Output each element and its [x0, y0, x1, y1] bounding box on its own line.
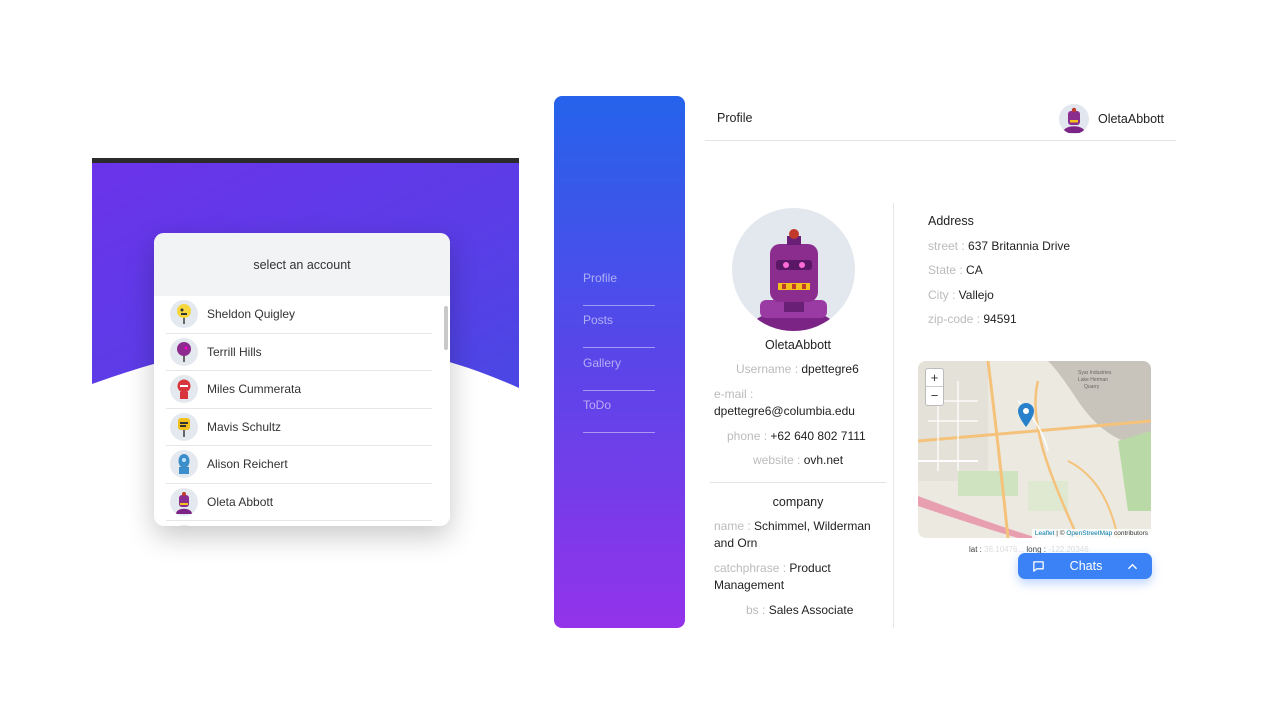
account-name: Miles Cummerata [207, 382, 302, 397]
address-title: Address [928, 214, 974, 228]
username-value: dpettegre6 [801, 362, 859, 376]
sidebar-item-posts[interactable]: Posts [583, 306, 655, 348]
avatar [170, 412, 198, 441]
scrollbar-thumb[interactable] [444, 306, 448, 350]
bs-label: bs : [746, 603, 769, 617]
company-title: company [772, 495, 824, 509]
page-title: Profile [717, 111, 753, 125]
avatar [170, 375, 198, 404]
account-name: Sheldon Quigley [207, 307, 296, 322]
zoom-out-button[interactable]: − [926, 387, 943, 405]
avatar [170, 337, 198, 366]
profile-website-row: website : ovh.net [753, 452, 843, 469]
chat-bubble-icon [1033, 560, 1044, 572]
leaflet-link[interactable]: Leaflet [1035, 530, 1055, 537]
catchphrase-row: catchphrase : Product Management [714, 560, 882, 594]
profile-email-row: e-mail : dpettegre6@columbia.edu [714, 386, 855, 420]
state-row: State : CA [928, 263, 983, 277]
sidebar-item-profile[interactable]: Profile [583, 264, 655, 306]
attribution-tail: contributors [1112, 530, 1148, 537]
account-item-miles-cummerata[interactable]: Miles Cummerata [166, 371, 432, 409]
account-list[interactable]: Sheldon Quigley Terrill Hills Miles Cumm… [154, 296, 450, 526]
map-tiles: Syar Industries Lake Herman Quarry [918, 361, 1151, 538]
header-username: OletaAbbott [1097, 112, 1164, 126]
avatar [1058, 104, 1089, 134]
account-name: Mavis Schultz [207, 419, 282, 434]
osm-link[interactable]: OpenStreetMap [1066, 530, 1112, 537]
chats-label: Chats [1069, 559, 1103, 573]
phone-value: +62 640 802 7111 [770, 429, 866, 443]
map-marker-icon[interactable] [1018, 403, 1034, 427]
state-value: CA [966, 263, 983, 277]
company-name-row: name : Schimmel, Wilderman and Orn [714, 518, 882, 552]
account-item-oleta-abbott[interactable]: Oleta Abbott [166, 484, 432, 521]
street-label: street : [928, 239, 969, 253]
username-label: Username : [736, 362, 802, 376]
account-item-sheldon-quigley[interactable]: Sheldon Quigley [166, 296, 432, 334]
account-name: Oleta Abbott [207, 494, 274, 509]
avatar [170, 525, 198, 526]
lat-value: 38.10476... [984, 545, 1025, 554]
email-value: dpettegre6@columbia.edu [714, 404, 855, 418]
account-name: Terrill Hills [207, 344, 262, 359]
profile-display-name: OletaAbbott [764, 338, 831, 352]
profile-phone-row: phone : +62 640 802 7111 [727, 428, 866, 445]
header-user-menu[interactable]: OletaAbbott [1058, 104, 1164, 134]
bs-value: Sales Associate [768, 603, 854, 617]
city-value: Vallejo [958, 288, 994, 302]
bs-row: bs : Sales Associate [746, 602, 853, 619]
account-item-partial[interactable] [166, 521, 432, 526]
map-zoom-control: + − [925, 368, 944, 406]
phone-label: phone : [727, 429, 771, 443]
city-label: City : [928, 288, 959, 302]
avatar [170, 487, 198, 516]
map-attribution: Leaflet | © OpenStreetMap contributors [1031, 529, 1151, 538]
column-divider [893, 203, 894, 628]
street-row: street : 637 Britannia Drive [928, 239, 1070, 253]
account-item-terrill-hills[interactable]: Terrill Hills [166, 334, 432, 371]
avatar [170, 300, 198, 329]
profile-avatar [732, 208, 855, 331]
map-label-quarry-3: Quarry [1084, 384, 1100, 390]
state-label: State : [928, 263, 967, 277]
city-row: City : Vallejo [928, 288, 994, 302]
account-name: Alison Reichert [207, 457, 288, 472]
account-item-alison-reichert[interactable]: Alison Reichert [166, 446, 432, 484]
catchphrase-label: catchphrase : [714, 561, 790, 575]
company-name-label: name : [714, 519, 755, 533]
account-select-card: select an account Sheldon Quigley Terril… [154, 233, 450, 526]
profile-username-row: Username : dpettegre6 [736, 361, 859, 378]
zip-value: 94591 [983, 312, 1017, 326]
account-card-title: select an account [154, 233, 450, 296]
street-value: 637 Britannia Drive [968, 239, 1071, 253]
account-item-mavis-schultz[interactable]: Mavis Schultz [166, 409, 432, 446]
website-value: ovh.net [803, 453, 844, 467]
sidebar-item-todo[interactable]: ToDo [583, 391, 655, 433]
address-map[interactable]: Syar Industries Lake Herman Quarry + − L… [918, 361, 1151, 538]
sidebar-item-gallery[interactable]: Gallery [583, 349, 655, 391]
map-label-quarry-2: Lake Herman [1078, 377, 1108, 383]
sidebar: Profile Posts Gallery ToDo [554, 96, 685, 628]
chats-button[interactable]: Chats [1018, 553, 1152, 579]
map-label-quarry-1: Syar Industries [1078, 370, 1112, 376]
zip-row: zip-code : 94591 [928, 312, 1017, 326]
zip-label: zip-code : [928, 312, 984, 326]
chevron-up-icon [1128, 563, 1137, 569]
website-label: website : [753, 453, 804, 467]
email-label: e-mail : [714, 387, 754, 401]
section-divider [710, 482, 886, 483]
page-header: Profile OletaAbbott [705, 96, 1176, 141]
zoom-in-button[interactable]: + [926, 369, 943, 387]
avatar [170, 450, 198, 479]
lat-label: lat : [969, 545, 985, 554]
attribution-separator: | © [1054, 530, 1067, 537]
